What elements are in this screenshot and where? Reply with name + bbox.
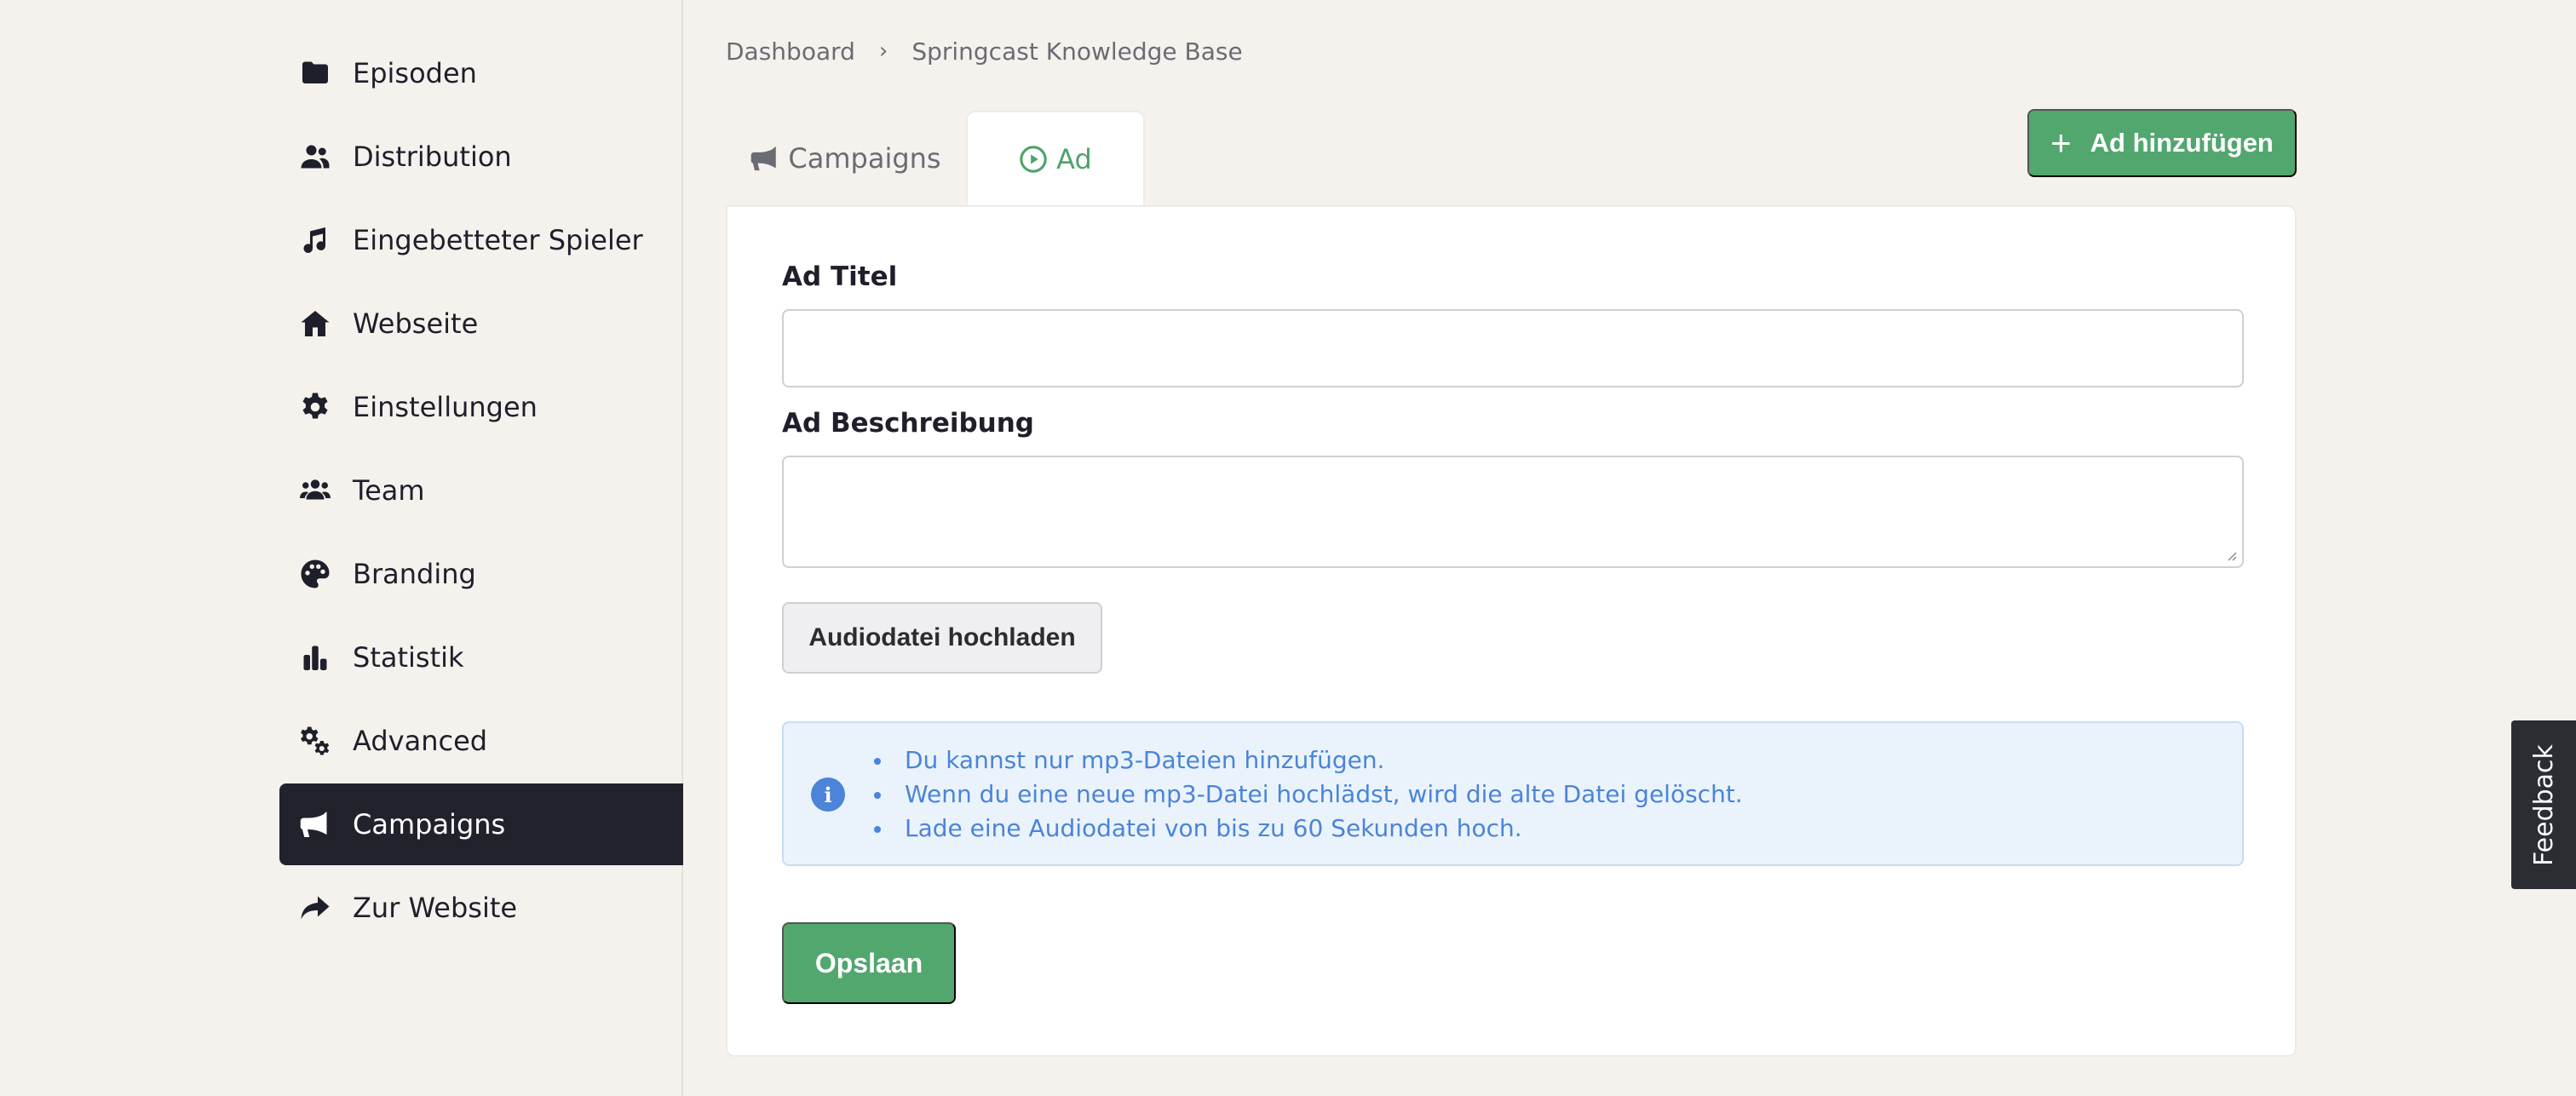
sidebar-item-distribution[interactable]: Distribution (279, 116, 683, 198)
sidebar-item-label: Statistik (353, 641, 464, 674)
feedback-label: Feedback (2528, 743, 2559, 866)
breadcrumb-dashboard[interactable]: Dashboard (726, 37, 855, 66)
sidebar-item-label: Branding (353, 558, 476, 590)
save-button[interactable]: Opslaan (782, 922, 956, 1004)
sidebar-item-label: Eingebetteter Spieler (353, 224, 643, 256)
sidebar-item-advanced[interactable]: Advanced (279, 700, 683, 782)
sidebar-item-einstellungen[interactable]: Einstellungen (279, 366, 683, 448)
play-circle-icon (1020, 146, 1047, 173)
megaphone-icon (751, 146, 777, 171)
sidebar-item-label: Team (353, 474, 425, 507)
upload-audio-button[interactable]: Audiodatei hochladen (782, 602, 1102, 674)
resize-handle-icon[interactable] (2225, 549, 2237, 561)
breadcrumb-current: Springcast Knowledge Base (911, 37, 1243, 66)
tab-label: Campaigns (788, 142, 941, 175)
tab-campaigns[interactable]: Campaigns (726, 111, 966, 206)
sidebar-item-label: Zur Website (353, 892, 518, 924)
info-list: Du kannst nur mp3-Dateien hinzufügen. We… (874, 743, 1743, 846)
gear-icon (298, 390, 332, 424)
sidebar-item-episoden[interactable]: Episoden (279, 32, 683, 114)
description-label: Ad Beschreibung (782, 408, 1034, 439)
info-list-item: Du kannst nur mp3-Dateien hinzufügen. (874, 743, 1743, 778)
tab-ad[interactable]: Ad (966, 111, 1145, 206)
music-icon (298, 223, 332, 257)
home-icon (298, 307, 332, 341)
chevron-right-icon: › (878, 38, 888, 64)
sidebar-item-statistik[interactable]: Statistik (279, 617, 683, 698)
sidebar-item-team[interactable]: Team (279, 450, 683, 531)
sidebar-item-label: Distribution (353, 141, 512, 173)
share-arrow-icon (298, 891, 332, 925)
info-list-item: Lade eine Audiodatei von bis zu 60 Sekun… (874, 812, 1743, 846)
feedback-tab[interactable]: Feedback (2511, 720, 2576, 889)
info-alert: i Du kannst nur mp3-Dateien hinzufügen. … (782, 721, 2244, 866)
sidebar-item-label: Advanced (353, 725, 488, 757)
team-icon (298, 473, 332, 508)
sidebar-item-label: Webseite (353, 307, 479, 340)
bar-chart-icon (298, 640, 332, 674)
info-list-item: Wenn du eine neue mp3-Datei hochlädst, w… (874, 778, 1743, 812)
description-textarea[interactable] (782, 456, 2244, 568)
sidebar-item-campaigns[interactable]: Campaigns (279, 783, 683, 865)
sidebar-item-label: Episoden (353, 57, 477, 89)
sidebar-item-label: Einstellungen (353, 391, 538, 423)
tab-label: Ad (1056, 143, 1092, 175)
breadcrumb: Dashboard › Springcast Knowledge Base (726, 34, 1243, 68)
folder-icon (298, 56, 332, 90)
sidebar: Episoden Distribution Eingebetteter Spie… (0, 0, 683, 1096)
info-icon: i (811, 778, 845, 812)
title-input[interactable] (782, 309, 2244, 387)
sidebar-item-eingebetteter-spieler[interactable]: Eingebetteter Spieler (279, 199, 683, 281)
plus-icon: + (2050, 123, 2072, 163)
sidebar-item-webseite[interactable]: Webseite (279, 283, 683, 364)
sidebar-item-label: Campaigns (353, 808, 506, 841)
sidebar-item-zur-website[interactable]: Zur Website (279, 867, 683, 949)
add-ad-button[interactable]: + Ad hinzufügen (2027, 109, 2297, 177)
palette-icon (298, 557, 332, 591)
ad-form-card: Ad Titel Ad Beschreibung Audiodatei hoch… (726, 205, 2297, 1057)
add-ad-label: Ad hinzufügen (2090, 128, 2274, 158)
users-icon (298, 140, 332, 174)
title-label: Ad Titel (782, 261, 898, 292)
gears-icon (298, 724, 332, 758)
sidebar-item-branding[interactable]: Branding (279, 533, 683, 615)
megaphone-icon (298, 807, 332, 841)
